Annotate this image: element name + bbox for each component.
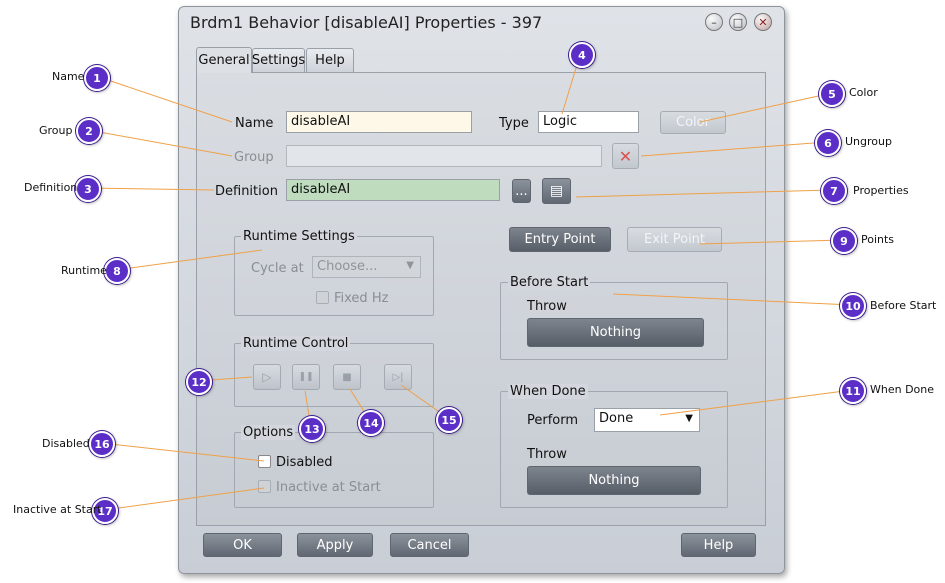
definition-field[interactable]: disableAI (286, 179, 500, 201)
maximize-icon[interactable]: □ (729, 13, 747, 31)
callout-label-disabled: Disabled (42, 437, 90, 450)
cycle-at-value: Choose... (317, 259, 378, 274)
callout-badge-7: 7 (821, 178, 847, 204)
before-start-throw-label: Throw (527, 299, 567, 314)
fixed-hz-checkbox[interactable] (316, 291, 329, 304)
callout-badge-16: 16 (89, 431, 115, 457)
browse-definition-button[interactable]: ... (512, 179, 531, 203)
cancel-button[interactable]: Cancel (390, 533, 469, 557)
runtime-settings-title: Runtime Settings (241, 229, 357, 244)
tab-help[interactable]: Help (306, 48, 354, 72)
properties-icon[interactable]: ▤ (542, 178, 571, 204)
when-done-throw-button[interactable]: Nothing (527, 466, 701, 495)
minimize-icon[interactable]: – (705, 13, 723, 31)
fixed-hz-label: Fixed Hz (334, 291, 389, 306)
callout-label-runtime: Runtime (61, 264, 107, 277)
group-field[interactable] (286, 145, 602, 167)
ok-button[interactable]: OK (203, 533, 282, 557)
callout-badge-2: 2 (76, 118, 102, 144)
options-group (234, 432, 434, 508)
options-title: Options (241, 425, 296, 440)
cycle-at-select[interactable]: Choose... ▼ (312, 256, 421, 278)
callout-badge-10: 10 (840, 293, 866, 319)
exit-point-button[interactable]: Exit Point (627, 227, 722, 252)
ungroup-icon[interactable]: ✕ (612, 143, 639, 169)
stop-icon[interactable]: ■ (333, 364, 361, 390)
entry-point-button[interactable]: Entry Point (509, 227, 611, 252)
inactive-at-start-label: Inactive at Start (276, 480, 381, 495)
callout-badge-6: 6 (815, 130, 841, 156)
callout-label-when-done: When Done (870, 383, 935, 396)
cycle-at-label: Cycle at (251, 261, 304, 276)
when-done-throw-label: Throw (527, 447, 567, 462)
type-label: Type (499, 116, 529, 131)
when-done-title: When Done (508, 384, 588, 399)
inactive-at-start-checkbox[interactable] (258, 480, 271, 493)
before-start-title: Before Start (508, 275, 591, 290)
callout-badge-11: 11 (840, 378, 866, 404)
tab-settings[interactable]: Settings (252, 48, 305, 72)
callout-badge-4: 4 (569, 42, 595, 68)
perform-select[interactable]: Done ▼ (594, 408, 700, 432)
name-field[interactable]: disableAI (286, 111, 472, 133)
window-title: Brdm1 Behavior [disableAI] Properties - … (190, 13, 543, 32)
callout-badge-1: 1 (84, 65, 110, 91)
callout-label-before-start: Before Start (870, 299, 937, 312)
apply-button[interactable]: Apply (297, 533, 373, 557)
callout-badge-13: 13 (299, 416, 325, 442)
callout-label-points: Points (861, 233, 895, 246)
callout-label-definition: Definition (24, 181, 78, 194)
callout-badge-14: 14 (358, 410, 384, 436)
callout-label-name: Name (52, 70, 85, 83)
callout-label-properties: Properties (853, 184, 909, 197)
callout-badge-5: 5 (819, 81, 845, 107)
callout-label-inactive-at-start: Inactive at Start (13, 503, 102, 516)
tab-general[interactable]: General (196, 47, 252, 73)
name-label: Name (235, 116, 274, 131)
pause-icon[interactable]: ❚❚ (292, 364, 320, 390)
help-button[interactable]: Help (681, 533, 756, 557)
perform-label: Perform (527, 413, 579, 428)
callout-label-color: Color (849, 86, 878, 99)
play-icon[interactable]: ▷ (253, 364, 281, 390)
before-start-throw-button[interactable]: Nothing (527, 318, 704, 347)
callout-badge-9: 9 (831, 228, 857, 254)
callout-badge-15: 15 (436, 407, 462, 433)
chevron-down-icon: ▼ (406, 260, 414, 271)
color-button[interactable]: Color (660, 111, 726, 134)
definition-label: Definition (215, 184, 278, 199)
type-field[interactable]: Logic (538, 111, 639, 133)
close-icon[interactable]: ✕ (754, 13, 772, 31)
step-icon[interactable]: ▷| (384, 364, 412, 390)
callout-label-ungroup: Ungroup (845, 135, 892, 148)
group-label: Group (234, 150, 274, 165)
perform-value: Done (599, 411, 634, 426)
callout-badge-12: 12 (186, 369, 212, 395)
disabled-label: Disabled (276, 455, 333, 470)
callout-badge-8: 8 (104, 258, 130, 284)
callout-badge-3: 3 (75, 176, 101, 202)
disabled-checkbox[interactable] (258, 455, 271, 468)
chevron-down-icon: ▼ (685, 413, 693, 424)
callout-label-group: Group (39, 124, 73, 137)
runtime-control-title: Runtime Control (241, 336, 351, 351)
